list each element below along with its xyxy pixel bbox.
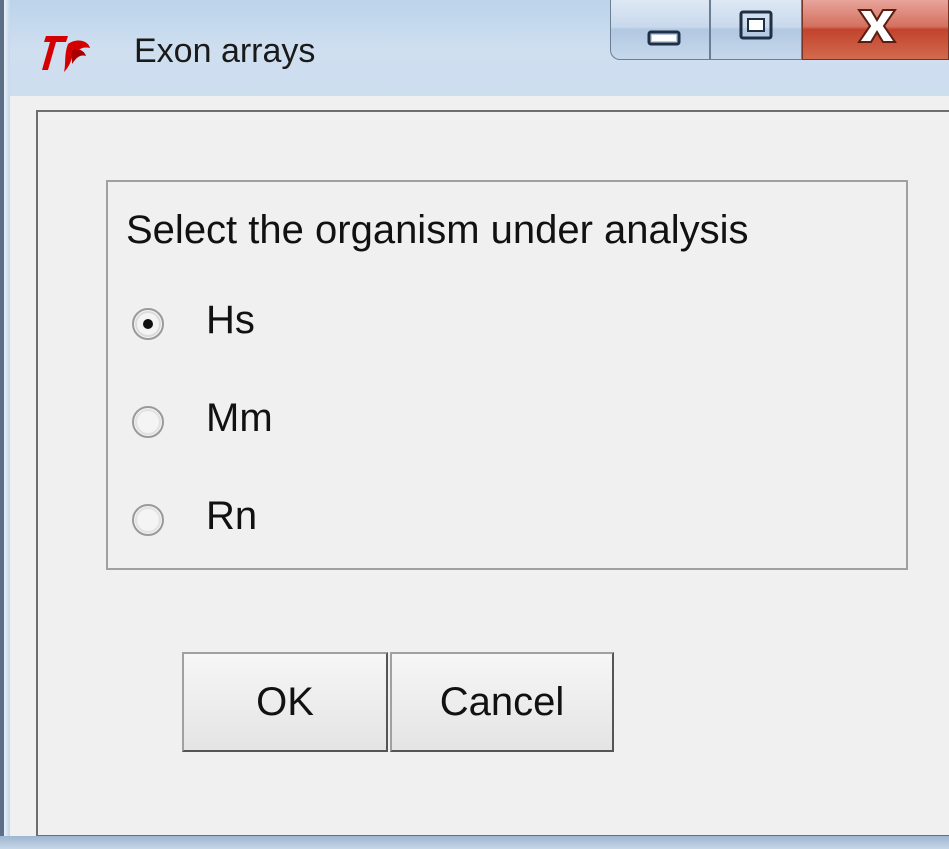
radio-selected-icon[interactable] xyxy=(130,306,166,342)
window-title: Exon arrays xyxy=(134,32,316,70)
cancel-button[interactable]: Cancel xyxy=(390,652,614,752)
ok-button[interactable]: OK xyxy=(182,652,388,752)
radio-option-hs[interactable]: Hs xyxy=(130,298,330,348)
radio-label-hs: Hs xyxy=(206,298,255,342)
window-frame-bottom xyxy=(0,836,949,849)
radio-option-mm[interactable]: Mm xyxy=(130,396,330,446)
dialog-window: Exon arrays Select the organism under an… xyxy=(0,0,949,849)
radio-label-mm: Mm xyxy=(206,396,273,440)
tk-feather-icon xyxy=(42,30,92,74)
radio-label-rn: Rn xyxy=(206,494,258,538)
groupbox-label: Select the organism under analysis xyxy=(126,208,749,252)
maximize-button[interactable] xyxy=(710,0,802,60)
minimize-button[interactable] xyxy=(610,0,710,60)
caption-buttons xyxy=(610,0,949,64)
radio-unselected-icon[interactable] xyxy=(130,502,166,538)
radio-unselected-icon[interactable] xyxy=(130,404,166,440)
radio-option-rn[interactable]: Rn xyxy=(130,494,330,544)
close-button[interactable] xyxy=(802,0,949,60)
